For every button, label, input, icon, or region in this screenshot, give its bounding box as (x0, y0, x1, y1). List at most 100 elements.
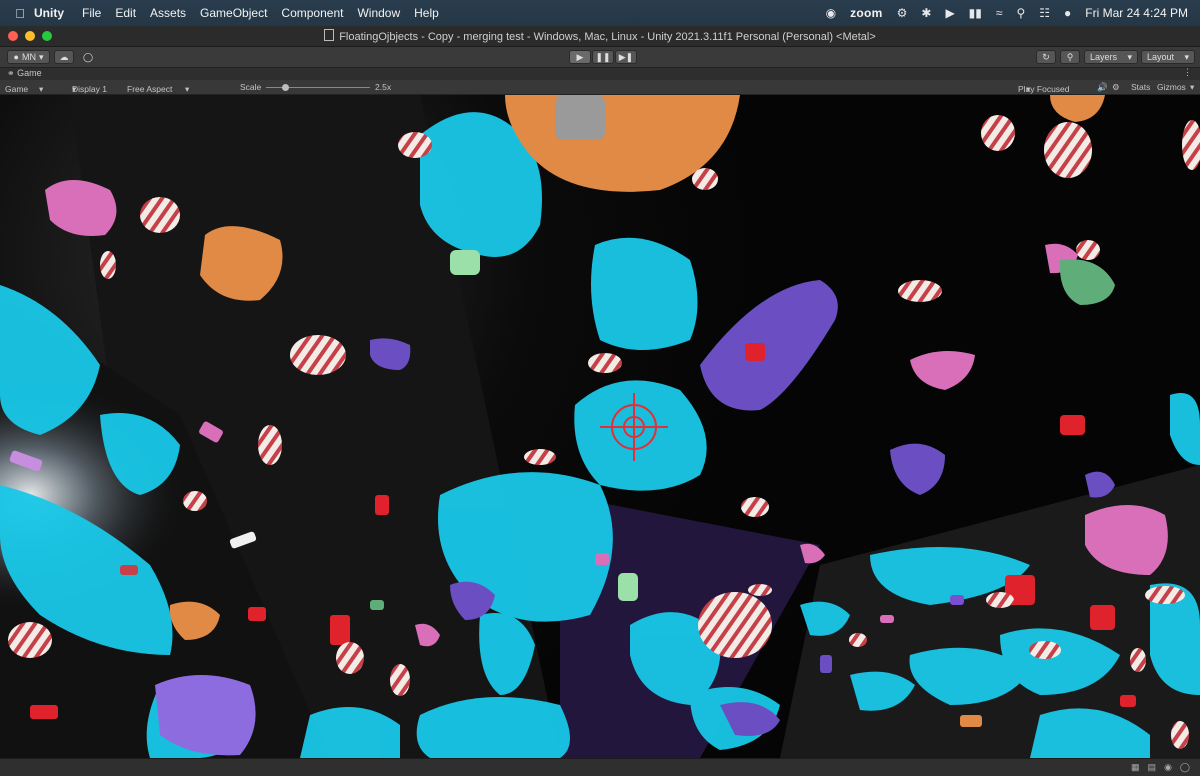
gizmos-button[interactable]: Gizmos (1157, 82, 1186, 92)
pause-button[interactable]: ❚❚ (592, 50, 614, 64)
more-options-icon[interactable]: ⋮ (1183, 67, 1192, 78)
candy-scene (0, 95, 1200, 758)
gizmo-settings-icon[interactable]: ⚙ (1112, 82, 1120, 93)
cyan-candy (1170, 393, 1200, 465)
unity-toolbar: ● MN ▾ ☁ ◯ ▶ ❚❚ ▶❚ ↻ ⚲ Layers ▾ Layout ▾ (0, 47, 1200, 68)
play-circle-icon[interactable]: ▶ (945, 6, 954, 20)
red-gummy (1090, 605, 1115, 630)
peppermint (524, 449, 556, 465)
green-candy (618, 573, 638, 601)
chevron-down-icon[interactable]: ▾ (1190, 82, 1194, 93)
progress-icon[interactable]: ▦ (1131, 762, 1140, 773)
small-candy (595, 553, 609, 565)
cloud-button[interactable]: ☁ (54, 50, 74, 64)
search-button[interactable]: ⚲ (1060, 50, 1080, 64)
cyan-candy (591, 237, 698, 350)
layout-dropdown[interactable]: Layout ▾ (1141, 50, 1195, 64)
aspect-label: Free Aspect (127, 84, 173, 94)
audio-mute-icon[interactable]: 🔊 (1097, 82, 1108, 93)
peppermint (849, 633, 867, 647)
peppermint (741, 497, 769, 517)
display-label: Display 1 (72, 84, 107, 94)
peppermint (1044, 122, 1092, 178)
peppermint (748, 584, 772, 596)
wifi-icon[interactable]: ≈ (996, 6, 1003, 20)
layers-label: Layers (1090, 52, 1118, 62)
peppermint (290, 335, 346, 375)
chevron-down-icon: ▾ (1184, 51, 1189, 62)
chevron-down-icon: ▾ (1026, 84, 1031, 94)
peppermint (1076, 240, 1100, 260)
menu-window[interactable]: Window (357, 6, 400, 20)
history-button[interactable]: ↻ (1036, 50, 1056, 64)
tab-game[interactable]: ⚭ Game (7, 68, 42, 79)
menu-app-name[interactable]: Unity (34, 6, 64, 20)
peppermint (1029, 641, 1061, 659)
menu-help[interactable]: Help (414, 6, 439, 20)
control-center-icon[interactable]: ☷ (1039, 6, 1050, 20)
small-candy (370, 600, 384, 610)
peppermint (698, 592, 772, 658)
account-dropdown[interactable]: ● MN ▾ (7, 50, 50, 64)
red-gummy (745, 343, 765, 361)
red-gummy (330, 615, 350, 645)
window-title: FloatingOjbjects - Copy - merging test -… (339, 31, 876, 43)
peppermint (140, 197, 180, 233)
peppermint (692, 168, 718, 190)
history-icon: ↻ (1042, 51, 1050, 62)
peppermint (398, 132, 432, 158)
record-icon[interactable]: ◉ (826, 6, 836, 20)
peppermint (8, 622, 52, 658)
status-bar: ▦ ▤ ◉ ◯ (0, 758, 1200, 776)
zoom-status[interactable]: zoom (850, 6, 883, 20)
peppermint (1182, 120, 1200, 170)
search-icon: ⚲ (1066, 51, 1074, 62)
unity-icon[interactable]: ⚙ (897, 6, 908, 20)
play-button[interactable]: ▶ (569, 50, 591, 64)
purple-candy (890, 443, 945, 495)
peppermint (981, 115, 1015, 151)
small-candy (120, 565, 138, 575)
notifications-icon[interactable]: ◯ (1180, 762, 1190, 773)
game-tab-row: ⚭ Game ⋮ (0, 67, 1200, 80)
peppermint (183, 491, 207, 511)
collab-button[interactable]: ◯ (78, 50, 98, 64)
layers-dropdown[interactable]: Layers ▾ (1084, 50, 1138, 64)
stats-button[interactable]: Stats (1131, 82, 1150, 92)
scale-value: 2.5x (375, 82, 392, 92)
menu-assets[interactable]: Assets (150, 6, 186, 20)
scale-label: Scale (240, 82, 262, 92)
peppermint (1130, 648, 1146, 672)
account-icon: ● (13, 52, 19, 62)
small-candy (960, 715, 982, 727)
chevron-down-icon: ▾ (185, 84, 190, 94)
menu-clock[interactable]: Fri Mar 24 4:24 PM (1085, 6, 1188, 20)
battery-icon[interactable]: ▮▮ (969, 6, 982, 20)
bluetooth-icon[interactable]: ✱ (921, 6, 931, 20)
siri-icon[interactable]: ● (1064, 6, 1071, 20)
cache-server-icon[interactable]: ▤ (1148, 762, 1157, 773)
peppermint (898, 280, 942, 302)
step-button[interactable]: ▶❚ (615, 50, 637, 64)
cloud-icon: ☁ (59, 51, 69, 62)
menu-component[interactable]: Component (281, 6, 343, 20)
tab-game-label: Game (17, 68, 42, 78)
red-gummy (1060, 415, 1085, 435)
collab-icon: ◯ (82, 51, 94, 62)
scale-slider-handle[interactable] (282, 84, 289, 91)
apple-icon[interactable]:  (6, 6, 34, 21)
spotlight-search-icon[interactable]: ⚲ (1016, 6, 1025, 20)
red-gummy (30, 705, 58, 719)
menu-edit[interactable]: Edit (115, 6, 136, 20)
purple-candy (700, 280, 838, 411)
chevron-down-icon: ▾ (38, 51, 44, 62)
peppermint (986, 592, 1014, 608)
peppermint (1145, 586, 1185, 604)
menu-gameobject[interactable]: GameObject (200, 6, 267, 20)
green-candy (1059, 259, 1115, 305)
game-viewport[interactable] (0, 95, 1200, 758)
debug-mode-icon[interactable]: ◉ (1164, 762, 1172, 773)
green-candy (450, 250, 480, 275)
menu-file[interactable]: File (82, 6, 101, 20)
donut-hole (555, 95, 605, 140)
